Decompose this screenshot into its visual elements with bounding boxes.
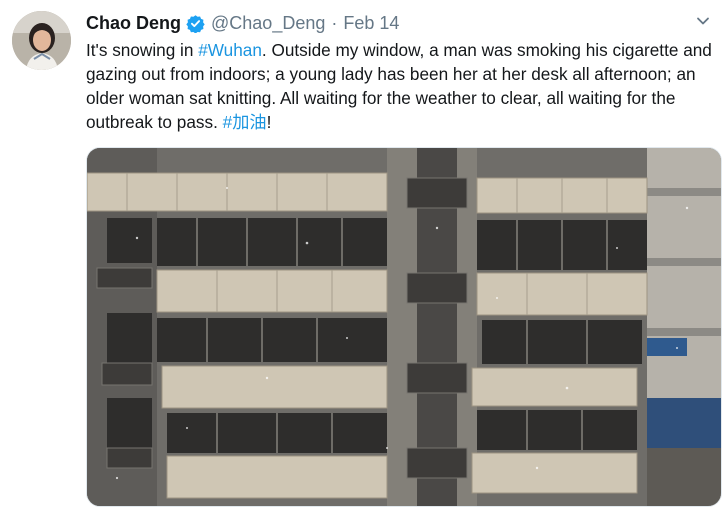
author-handle[interactable]: @Chao_Deng [211, 13, 325, 34]
separator-dot: · [331, 12, 338, 33]
avatar[interactable] [12, 11, 71, 70]
tweet-text-part: ! [266, 112, 272, 132]
tweet-photo[interactable] [86, 147, 722, 507]
tweet-text: It's snowing in #Wuhan. Outside my windo… [86, 38, 716, 134]
chevron-down-icon[interactable] [694, 12, 712, 30]
tweet-header: Chao Deng @Chao_Deng · Feb 14 [86, 11, 399, 35]
tweet-date[interactable]: Feb 14 [343, 13, 399, 34]
hashtag-jiayou[interactable]: #加油 [223, 112, 267, 132]
hashtag-wuhan[interactable]: #Wuhan [198, 40, 262, 60]
verified-badge-icon [186, 14, 205, 34]
author-name[interactable]: Chao Deng [86, 13, 181, 34]
tweet[interactable]: Chao Deng @Chao_Deng · Feb 14 It's snowi… [0, 0, 724, 514]
tweet-text-part: It's snowing in [86, 40, 199, 60]
